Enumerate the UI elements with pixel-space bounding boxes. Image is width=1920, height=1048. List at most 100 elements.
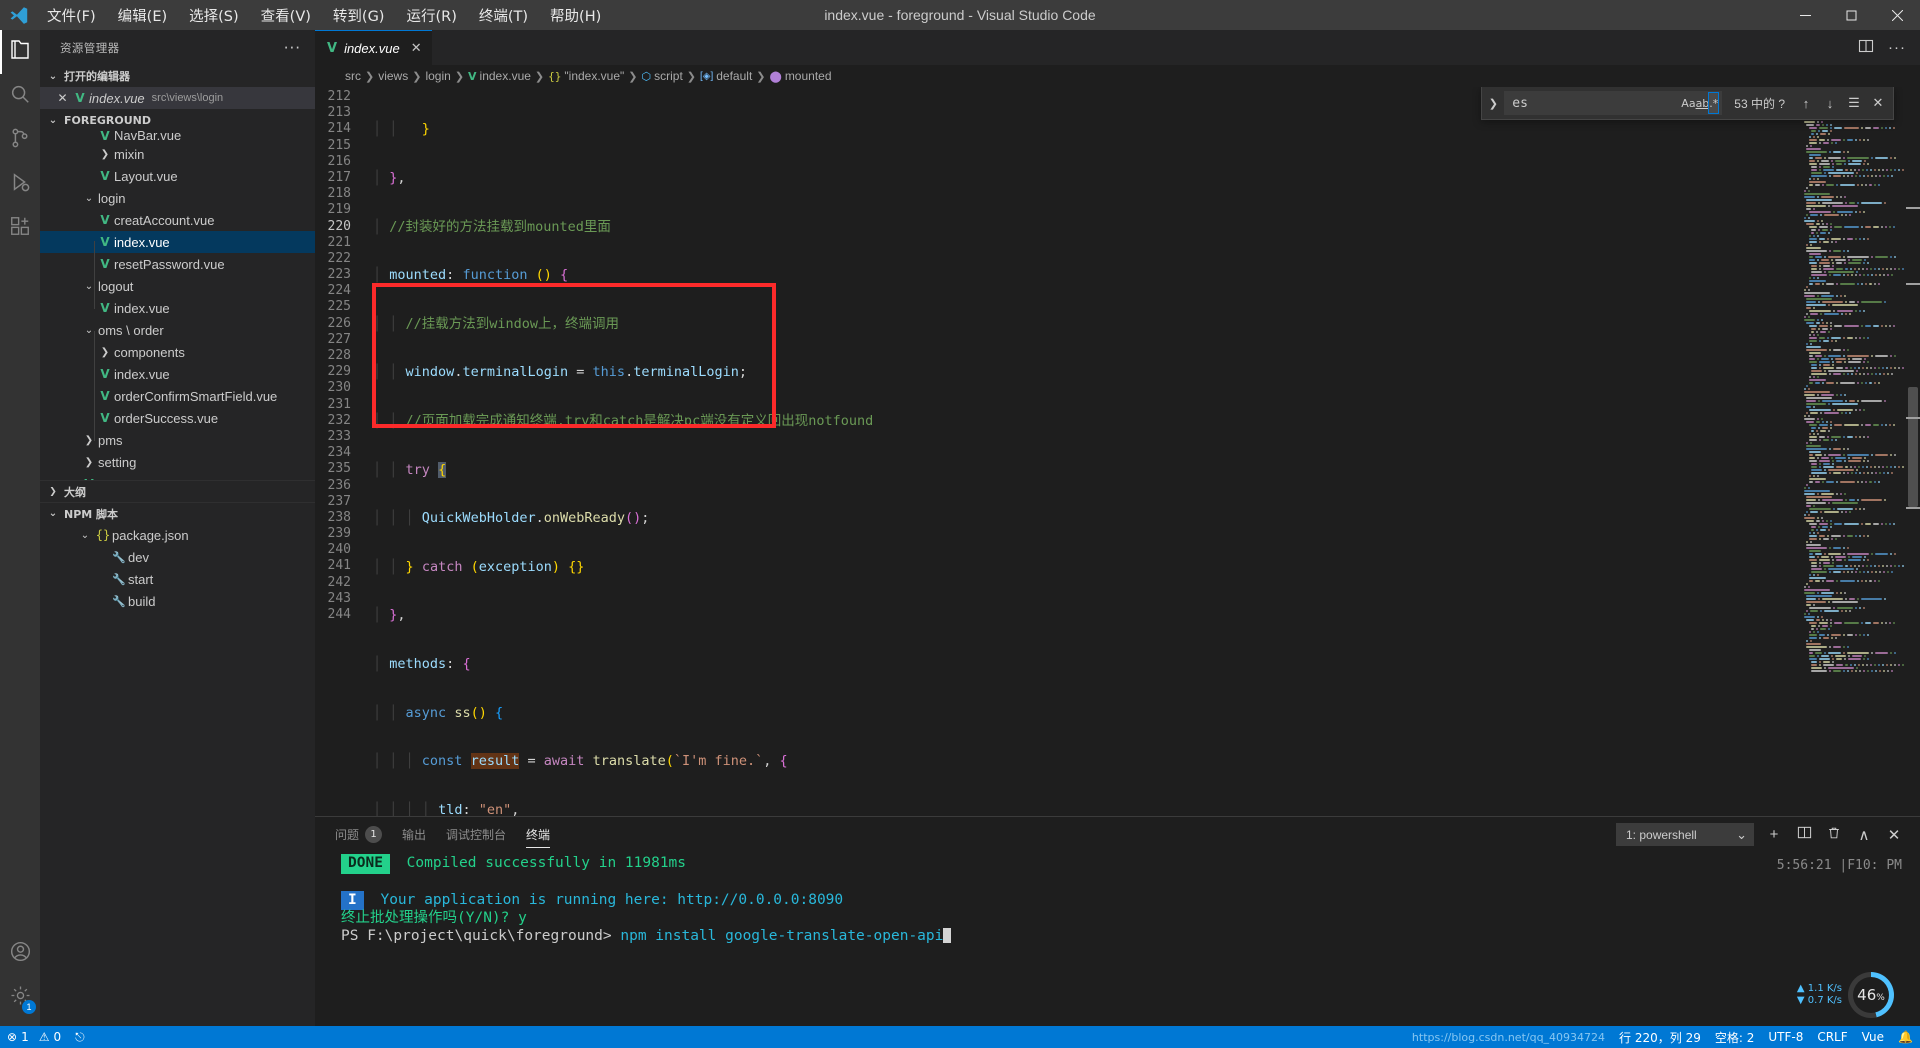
wrench-icon: 🔧 [112,551,126,564]
find-widget[interactable]: ❯ Aa ab .* 53 中的 ? ↑ ↓ ☰ ✕ [1481,87,1894,120]
match-whole-word-toggle[interactable]: ab [1696,93,1710,113]
terminal-selector[interactable]: 1: powershell ⌄ [1616,823,1754,846]
close-button[interactable] [1874,0,1920,30]
sidebar-more-actions-icon[interactable]: ··· [284,39,301,57]
use-regex-toggle[interactable]: .* [1708,92,1720,114]
close-editor-icon[interactable]: ✕ [54,91,71,105]
menu-help[interactable]: 帮助(H) [539,1,612,30]
panel-header: 问题 1 输出 调试控制台 终端 1: powershell ⌄ + ∧ ✕ [315,817,1920,852]
encoding-status[interactable]: UTF-8 [1761,1026,1810,1048]
npm-script-row[interactable]: 🔧 start [40,568,315,590]
open-editor-item[interactable]: ✕ V index.vue src\views\login [40,87,315,109]
maximize-panel-button[interactable]: ∧ [1854,826,1874,844]
section-npm-scripts[interactable]: ⌄ NPM 脚本 [40,502,315,524]
tree-row[interactable]: ❯ mixin [40,143,315,165]
tree-row[interactable]: V index.vue [40,297,315,319]
tree-row[interactable]: V Layout.vue [40,165,315,187]
panel-tab-problems[interactable]: 问题 1 [335,817,383,852]
activitybar-item-search[interactable] [0,74,40,118]
tree-row[interactable]: V orderConfirmSmartField.vue [40,385,315,407]
terminal-output[interactable]: DONE Compiled successfully in 11981ms I … [315,852,1920,1026]
tree-row[interactable]: V NavBar.vue [40,131,315,143]
tree-row[interactable]: ⌄ logout [40,275,315,297]
activitybar-item-run-and-debug[interactable] [0,162,40,206]
split-terminal-button[interactable] [1794,825,1814,844]
panel-tab-terminal[interactable]: 终端 [526,817,551,852]
tree-row-selected[interactable]: V index.vue [40,231,315,253]
tree-row[interactable]: ⌄ login [40,187,315,209]
activitybar-item-extensions[interactable] [0,206,40,250]
breadcrumb-item-mounted[interactable]: mounted [785,69,832,83]
next-match-button[interactable]: ↓ [1819,92,1841,114]
panel-tab-output[interactable]: 输出 [402,817,426,852]
tree-row[interactable]: V resetPassword.vue [40,253,315,275]
section-workspace[interactable]: ⌄ FOREGROUND [40,109,315,131]
menu-go[interactable]: 转到(G) [322,1,396,30]
section-outline[interactable]: ❯ 大纲 [40,480,315,502]
find-in-selection-button[interactable]: ☰ [1843,92,1865,114]
breadcrumb-item-script[interactable]: script [654,69,683,83]
code-text[interactable]: │ │ } │ }, │ //封装好的方法挂载到mounted里面 │ moun… [373,87,1920,816]
activity-bar: 1 [0,30,40,1026]
tree-row[interactable]: V creatAccount.vue [40,209,315,231]
maximize-button[interactable] [1828,0,1874,30]
more-actions-icon[interactable]: ··· [1888,39,1906,56]
breadcrumb-item-login[interactable]: login [425,69,450,83]
editor-vertical-scrollbar[interactable] [1906,87,1920,816]
wrench-icon: 🔧 [112,573,126,586]
ports-status[interactable]: ⎋ [68,1026,92,1048]
find-input[interactable] [1512,95,1682,111]
close-icon[interactable]: ✕ [411,40,422,56]
problems-status[interactable]: ⊗ 1 ⚠ 0 [0,1026,68,1048]
tree-row[interactable]: V orderSuccess.vue [40,407,315,429]
activitybar-item-source-control[interactable] [0,118,40,162]
line-number: 213 [327,105,351,121]
tree-row[interactable]: ❯ setting [40,451,315,473]
menu-edit[interactable]: 编辑(E) [107,1,178,30]
minimap[interactable] [1798,87,1906,816]
npm-package-row[interactable]: ⌄ {} package.json [40,524,315,546]
tree-row[interactable]: V index.vue [40,363,315,385]
menu-selection[interactable]: 选择(S) [178,1,250,30]
menu-file[interactable]: 文件(F) [36,1,107,30]
breadcrumb-item-views[interactable]: views [378,69,408,83]
close-find-button[interactable]: ✕ [1867,92,1889,114]
eol-status[interactable]: CRLF [1810,1026,1854,1048]
activitybar-item-explorer[interactable] [0,30,40,74]
match-case-toggle[interactable]: Aa [1681,93,1695,113]
previous-match-button[interactable]: ↑ [1795,92,1817,114]
line-number: 241 [327,558,351,574]
tree-row[interactable]: ⌄ oms \ order [40,319,315,341]
close-panel-button[interactable]: ✕ [1884,826,1904,844]
file-tree[interactable]: V NavBar.vue ❯ mixin V Layout.vue ⌄ logi… [40,131,315,480]
code-editor[interactable]: 212 213 214 215 216 217 218 219 220 221 … [315,87,1920,816]
minimize-button[interactable] [1782,0,1828,30]
language-mode-status[interactable]: Vue [1855,1026,1891,1048]
new-terminal-button[interactable]: + [1764,826,1784,843]
tree-row[interactable]: V 404.vue [40,473,315,481]
activitybar-item-settings[interactable]: 1 [0,976,40,1020]
cursor-position[interactable]: 行 220，列 29 [1612,1026,1708,1048]
find-input-wrapper[interactable]: Aa ab .* [1504,91,1723,115]
breadcrumb-item-symbol-file[interactable]: "index.vue" [564,69,624,83]
npm-script-row[interactable]: 🔧 build [40,590,315,612]
tree-row[interactable]: ❯ pms [40,429,315,451]
indentation-status[interactable]: 空格: 2 [1708,1026,1762,1048]
tree-row[interactable]: ❯ components [40,341,315,363]
npm-script-row[interactable]: 🔧 dev [40,546,315,568]
panel-tab-debug-console[interactable]: 调试控制台 [446,817,506,852]
breadcrumb-item-file[interactable]: index.vue [480,69,531,83]
toggle-replace-icon[interactable]: ❯ [1484,97,1502,110]
code-area[interactable]: 212 213 214 215 216 217 218 219 220 221 … [315,87,1920,816]
menu-view[interactable]: 查看(V) [250,1,322,30]
split-editor-icon[interactable] [1858,38,1874,57]
notifications-bell-icon[interactable]: 🔔 [1891,1026,1920,1048]
menu-terminal[interactable]: 终端(T) [468,1,539,30]
section-open-editors[interactable]: ⌄ 打开的编辑器 [40,65,315,87]
breadcrumb-item-src[interactable]: src [345,69,361,83]
menu-run[interactable]: 运行(R) [395,1,467,30]
breadcrumb-item-default[interactable]: default [716,69,752,83]
tab-index-vue[interactable]: V index.vue ✕ [315,30,432,65]
activitybar-item-accounts[interactable] [0,932,40,976]
kill-terminal-button[interactable] [1824,826,1844,844]
